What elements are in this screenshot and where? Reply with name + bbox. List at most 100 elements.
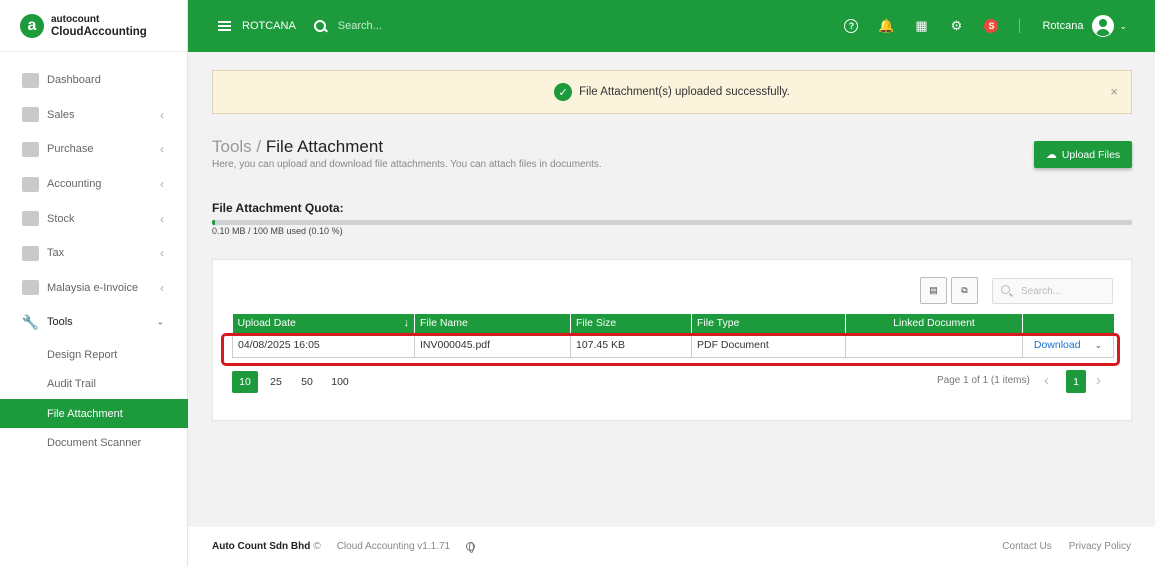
quota-progress-fill — [212, 220, 215, 225]
stock-icon — [22, 211, 39, 227]
sidebar-item-sales[interactable]: Sales ‹ — [0, 98, 188, 133]
success-alert: ✓ File Attachment(s) uploaded successful… — [212, 70, 1132, 114]
column-header-file-type[interactable]: File Type — [691, 314, 846, 333]
sidebar-item-accounting[interactable]: Accounting ‹ — [0, 167, 188, 202]
sidebar-item-purchase[interactable]: Purchase ‹ — [0, 132, 188, 167]
company-name[interactable]: ROTCANA — [242, 20, 296, 32]
menu-toggle-icon[interactable] — [218, 21, 231, 31]
sidebar-item-dashboard[interactable]: Dashboard — [0, 63, 188, 98]
sidebar-item-stock[interactable]: Stock ‹ — [0, 201, 188, 236]
chevron-left-icon: ‹ — [160, 280, 164, 295]
sidebar-item-label: Sales — [47, 108, 75, 121]
highlight-annotation — [221, 333, 1120, 366]
chevron-left-icon[interactable]: ‹ — [1044, 372, 1049, 389]
logo-top-text: autocount — [51, 13, 100, 25]
page-title: File Attachment — [265, 137, 384, 156]
contact-us-link[interactable]: Contact Us — [1002, 541, 1051, 552]
sidebar: a autocount CloudAccounting Dashboard Sa… — [0, 0, 188, 566]
sidebar-item-label: Accounting — [47, 178, 102, 191]
column-header-file-size[interactable]: File Size — [570, 314, 692, 333]
sidebar-item-einvoice[interactable]: Malaysia e-Invoice ‹ — [0, 271, 188, 306]
table-search-placeholder: Search... — [1021, 285, 1062, 297]
page-size-25[interactable]: 25 — [265, 371, 287, 393]
gear-icon[interactable]: ⚙ — [949, 18, 963, 33]
sales-icon — [22, 107, 39, 123]
sidebar-item-label: Malaysia e-Invoice — [47, 281, 139, 294]
sidebar-subitem-design-report[interactable]: Design Report — [0, 340, 188, 370]
logo[interactable]: a autocount CloudAccounting — [0, 0, 187, 52]
footer: Auto Count Sdn Bhd © Cloud Accounting v1… — [188, 527, 1155, 566]
quota-text: 0.10 MB / 100 MB used (0.10 %) — [212, 226, 343, 236]
sidebar-item-tools[interactable]: 🔧 Tools ⌄ — [0, 305, 188, 340]
dashboard-icon — [22, 72, 39, 88]
accounting-icon — [22, 176, 39, 192]
einvoice-icon — [22, 280, 39, 296]
bell-icon[interactable]: 🔔 — [878, 18, 894, 33]
page-size-10[interactable]: 10 — [232, 371, 258, 393]
sidebar-item-label: Dashboard — [47, 74, 101, 87]
breadcrumb-parent[interactable]: Tools — [212, 137, 252, 156]
autocount-logo-icon: a — [20, 13, 44, 38]
export-xlsx-icon[interactable]: ▤ — [920, 277, 947, 304]
sidebar-item-tax[interactable]: Tax ‹ — [0, 236, 188, 271]
help-icon[interactable]: ? — [844, 19, 859, 33]
sidebar-subitem-audit-trail[interactable]: Audit Trail — [0, 369, 188, 399]
sidebar-subitem-file-attachment[interactable]: File Attachment — [0, 398, 188, 429]
sort-descending-icon[interactable]: ↓ — [404, 317, 410, 329]
page-button-1[interactable]: 1 — [1066, 370, 1086, 393]
logo-bottom-text: CloudAccounting — [51, 25, 147, 38]
table-search-input[interactable]: Search... — [992, 278, 1113, 304]
chevron-left-icon: ‹ — [160, 177, 164, 192]
wrench-icon: 🔧 — [21, 313, 40, 330]
column-header-actions — [1022, 314, 1114, 333]
check-circle-icon: ✓ — [554, 83, 573, 101]
page-subtitle: Here, you can upload and download file a… — [212, 159, 602, 170]
user-name[interactable]: Rotcana — [1042, 20, 1083, 32]
sidebar-item-label: Tools — [47, 316, 73, 329]
chevron-left-icon: ‹ — [160, 107, 164, 122]
chevron-down-icon[interactable]: ⌄ — [1119, 21, 1127, 32]
sidebar-nav: Dashboard Sales ‹ Purchase ‹ Accounting … — [0, 63, 188, 458]
chevron-down-icon: ⌄ — [156, 316, 164, 327]
search-icon[interactable] — [313, 19, 327, 33]
cloud-upload-icon: ☁ — [1045, 149, 1057, 161]
upload-files-label: Upload Files — [1061, 148, 1121, 161]
search-icon — [1001, 285, 1013, 297]
privacy-policy-link[interactable]: Privacy Policy — [1069, 541, 1131, 552]
footer-company: Auto Count Sdn Bhd — [212, 541, 311, 552]
column-header-file-name[interactable]: File Name — [414, 314, 571, 333]
chevron-left-icon: ‹ — [160, 142, 164, 157]
chevron-right-icon[interactable]: › — [1096, 372, 1101, 389]
quota-title: File Attachment Quota: — [212, 201, 344, 215]
page-size-50[interactable]: 50 — [296, 371, 318, 393]
apps-grid-icon[interactable]: ▦ — [914, 18, 928, 33]
chevron-left-icon: ‹ — [160, 211, 164, 226]
table-header-row: Upload Date ↓ File Name File Size File Ty… — [232, 314, 1114, 333]
quota-progress-bar — [212, 220, 1132, 225]
footer-copyright: © — [313, 541, 321, 552]
purchase-icon — [22, 141, 39, 157]
alert-message: File Attachment(s) uploaded successfully… — [579, 86, 790, 98]
tax-icon — [22, 245, 39, 261]
breadcrumb-separator: / — [256, 137, 262, 156]
column-chooser-icon[interactable]: ⧉ — [951, 277, 978, 304]
sidebar-item-label: Purchase — [47, 143, 94, 156]
globe-icon[interactable] — [466, 542, 476, 553]
chevron-left-icon: ‹ — [160, 246, 164, 261]
top-header: ROTCANA Search... ? 🔔 ▦ ⚙ S Rotcana ⌄ — [188, 0, 1155, 52]
footer-version: Cloud Accounting v1.1.71 — [336, 541, 451, 552]
s-badge-icon[interactable]: S — [984, 19, 999, 33]
breadcrumb: Tools / File Attachment — [212, 137, 383, 157]
sidebar-subitem-document-scanner[interactable]: Document Scanner — [0, 428, 188, 458]
close-icon[interactable]: × — [1110, 84, 1118, 99]
page-size-100[interactable]: 100 — [327, 371, 353, 393]
header-divider — [1019, 19, 1021, 33]
upload-files-button[interactable]: ☁ Upload Files — [1034, 141, 1132, 168]
column-header-upload-date[interactable]: Upload Date ↓ — [232, 314, 415, 333]
sidebar-item-label: Tax — [47, 247, 65, 260]
column-header-linked-document[interactable]: Linked Document — [845, 314, 1023, 333]
pagination-info: Page 1 of 1 (1 items) — [937, 375, 1030, 386]
avatar[interactable] — [1092, 15, 1115, 37]
header-search-input[interactable]: Search... — [338, 20, 382, 32]
sidebar-item-label: Stock — [47, 212, 75, 225]
